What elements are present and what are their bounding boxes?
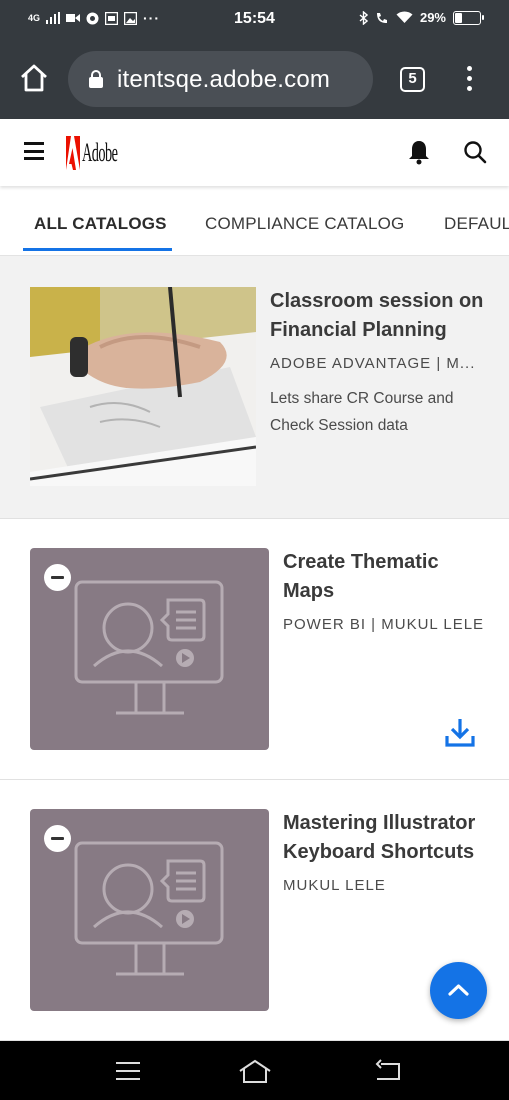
battery-icon [453, 10, 484, 25]
remove-icon[interactable] [44, 825, 71, 852]
battery-level-fill [455, 12, 462, 23]
app-header: Adobe [0, 119, 509, 186]
monitor-learner-icon [74, 841, 224, 976]
lock-icon [89, 70, 103, 88]
download-icon[interactable] [444, 716, 476, 748]
catalog-list: Classroom session on Financial Planning … [0, 256, 509, 1041]
wifi-icon [396, 11, 413, 23]
adobe-logo-text: Adobe [82, 138, 118, 167]
address-bar[interactable]: itentsqe.adobe.com [68, 51, 373, 107]
tab-switcher-button[interactable]: 5 [400, 67, 425, 92]
wifi-call-icon [376, 12, 387, 23]
remove-icon[interactable] [44, 564, 71, 591]
monitor-learner-icon [74, 580, 224, 715]
course-title[interactable]: Mastering Illustrator Keyboard Shortcuts [283, 809, 475, 867]
catalog-tabs: ALL CATALOGS COMPLIANCE CATALOG DEFAULT [0, 186, 509, 256]
course-meta: MUKUL LELE [283, 877, 386, 894]
battery-percent: 29% [419, 10, 446, 25]
tab-all-catalogs[interactable]: ALL CATALOGS [34, 214, 167, 234]
tab-default[interactable]: DEFAULT [444, 214, 509, 234]
course-meta: ADOBE ADVANTAGE | M... [270, 355, 476, 372]
course-thumbnail [30, 548, 269, 750]
search-icon[interactable] [463, 140, 487, 164]
notification-bell-icon[interactable] [407, 139, 431, 165]
course-description: Lets share CR Course and Check Session d… [270, 390, 454, 434]
course-thumbnail-photo [30, 287, 256, 486]
adobe-logo[interactable]: Adobe [66, 133, 146, 173]
adobe-logo-mark [66, 136, 80, 170]
status-bar: 4G ··· 15:54 29% [0, 0, 509, 40]
back-nav-icon[interactable] [373, 1058, 403, 1084]
status-right-icons: 29% [359, 10, 484, 25]
url-text: itentsqe.adobe.com [117, 66, 331, 93]
scroll-to-top-button[interactable] [430, 962, 487, 1019]
browser-toolbar: itentsqe.adobe.com 5 [0, 40, 509, 119]
home-nav-icon[interactable] [238, 1058, 272, 1084]
course-thumbnail [30, 809, 269, 1011]
bluetooth-icon [359, 10, 368, 25]
course-meta: POWER BI | MUKUL LELE [283, 616, 485, 633]
course-card[interactable]: Classroom session on Financial Planning … [0, 256, 509, 519]
course-title[interactable]: Create Thematic Maps [283, 548, 439, 606]
course-card[interactable]: Create Thematic Maps POWER BI | MUKUL LE… [0, 519, 509, 780]
active-tab-indicator [23, 248, 172, 251]
hamburger-menu-icon[interactable] [24, 142, 44, 160]
tab-compliance-catalog[interactable]: COMPLIANCE CATALOG [205, 214, 404, 234]
chevron-up-icon [448, 984, 469, 996]
browser-menu-icon[interactable] [460, 66, 478, 94]
course-title[interactable]: Classroom session on Financial Planning [270, 287, 483, 345]
system-nav-bar [0, 1041, 509, 1100]
home-icon[interactable] [18, 62, 50, 94]
recent-apps-icon[interactable] [113, 1058, 143, 1084]
